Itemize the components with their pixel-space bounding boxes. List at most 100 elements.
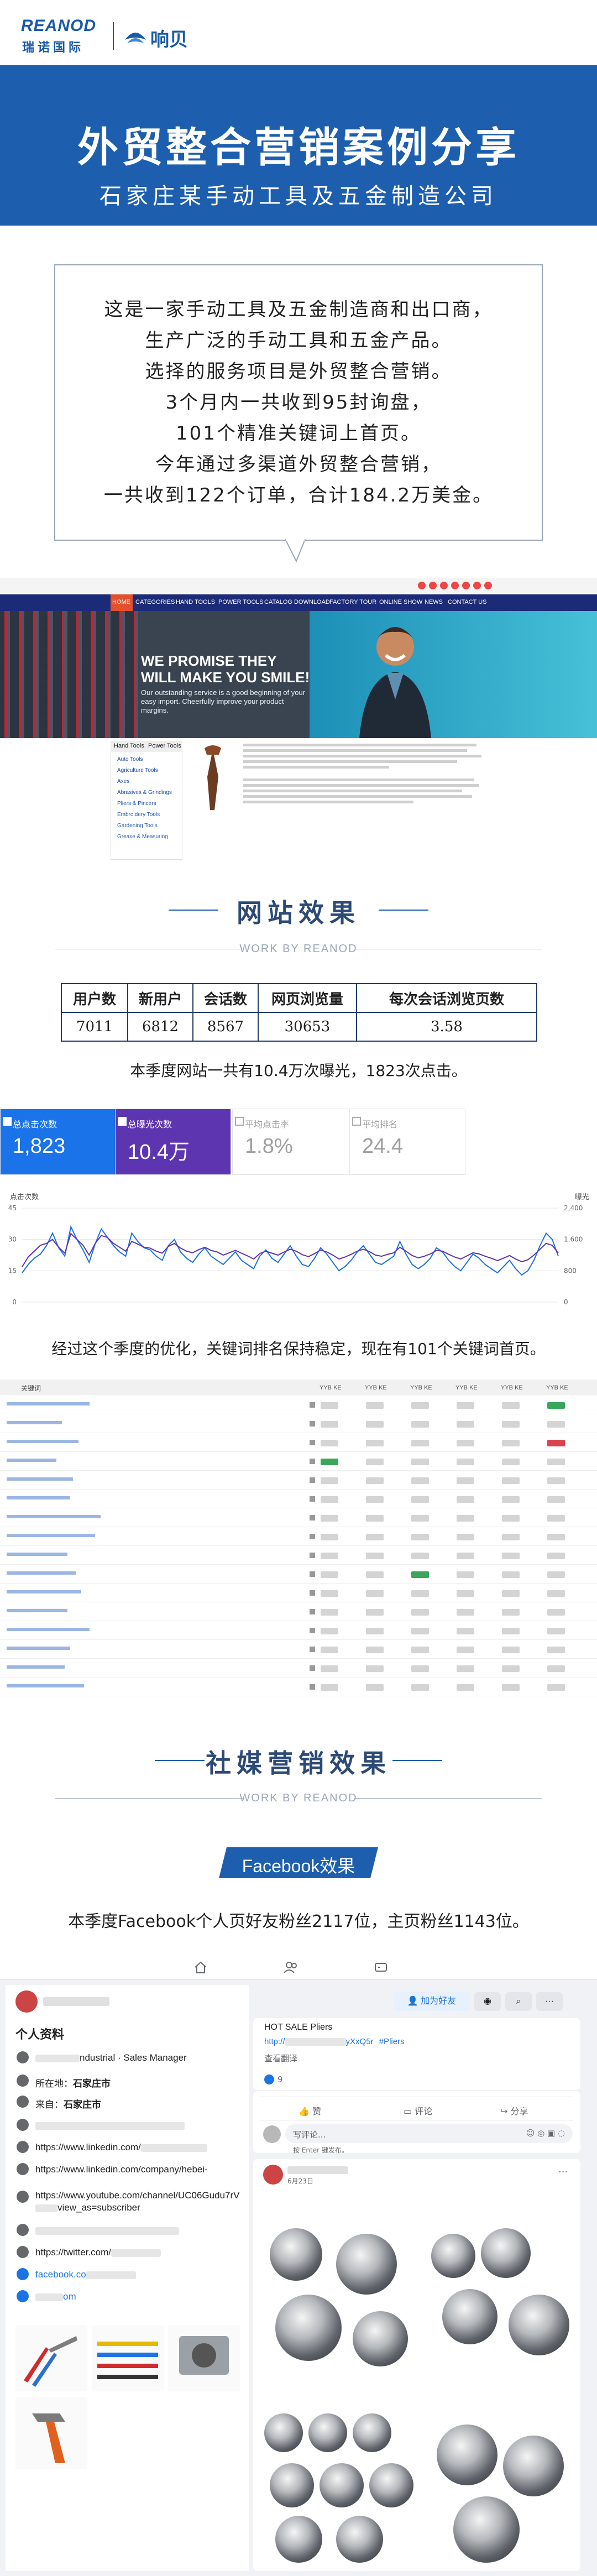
- checkbox-icon[interactable]: [352, 1117, 361, 1126]
- keyword-link[interactable]: [7, 1402, 90, 1405]
- home-icon[interactable]: [193, 1961, 208, 1974]
- avatar[interactable]: [15, 1990, 38, 2013]
- external-link-icon[interactable]: [310, 1553, 315, 1558]
- gaming-icon[interactable]: [374, 1961, 388, 1974]
- metric-card-ctr[interactable]: 平均点击率 1.8%: [232, 1109, 348, 1175]
- checkbox-icon[interactable]: [235, 1117, 244, 1126]
- metric-card-clicks[interactable]: 总点击次数 1,823: [0, 1109, 116, 1175]
- linkedin-company-link[interactable]: https://www.linkedin.com/company/hebei-: [35, 2164, 208, 2175]
- social-icon[interactable]: [418, 582, 426, 589]
- product-category-item[interactable]: Agriculture Tools: [117, 767, 158, 774]
- link-row[interactable]: https://twitter.com/: [35, 2247, 161, 2258]
- emoji-icons[interactable]: ☺ ◎ ▣ ◌: [526, 2128, 565, 2138]
- social-icon[interactable]: [429, 582, 437, 589]
- post-more-icon[interactable]: ···: [558, 2166, 568, 2178]
- facebook-link[interactable]: facebook.co: [35, 2269, 86, 2280]
- rank-column-header[interactable]: YYB KE: [410, 1384, 432, 1391]
- external-link-icon[interactable]: [310, 1665, 315, 1671]
- rank-column-header[interactable]: YYB KE: [501, 1384, 523, 1391]
- product-category-item[interactable]: Pliers & Pincers: [117, 801, 156, 807]
- product-category-item[interactable]: Grease & Measuring: [117, 834, 168, 840]
- comment-button[interactable]: ▭ 评论: [404, 2104, 432, 2117]
- product-category-item[interactable]: Auto Tools: [117, 756, 143, 762]
- social-icon[interactable]: [484, 582, 492, 589]
- share-button[interactable]: ↪ 分享: [500, 2104, 528, 2117]
- see-translation-link[interactable]: 查看翻译: [264, 2052, 297, 2064]
- social-icon[interactable]: [451, 582, 459, 589]
- external-link-icon[interactable]: [310, 1402, 315, 1408]
- keyword-link[interactable]: [7, 1477, 73, 1481]
- featured-photo[interactable]: [15, 2325, 87, 2391]
- nav-item[interactable]: CATEGORIES: [135, 599, 175, 605]
- post-hashtag[interactable]: #Pliers: [379, 2037, 405, 2046]
- featured-photo[interactable]: [168, 2325, 240, 2391]
- more-button[interactable]: ···: [536, 1992, 563, 2011]
- product-category-item[interactable]: Gardening Tools: [117, 823, 158, 829]
- external-link-icon[interactable]: [310, 1628, 315, 1633]
- nav-item[interactable]: ONLINE SHOW: [379, 599, 422, 605]
- checkbox-checked-icon[interactable]: [3, 1117, 12, 1126]
- external-link-icon[interactable]: [310, 1496, 315, 1502]
- keyword-link[interactable]: [7, 1553, 67, 1556]
- tab-power-tools[interactable]: Power Tools: [148, 743, 181, 749]
- keyword-link[interactable]: [7, 1496, 70, 1499]
- featured-photo[interactable]: [92, 2325, 164, 2391]
- website-link[interactable]: om: [63, 2291, 76, 2302]
- post-link[interactable]: http:// yXxQ5r #Pliers: [264, 2037, 405, 2046]
- nav-item[interactable]: HAND TOOLS: [176, 599, 215, 605]
- photo-grid-item[interactable]: [253, 2402, 419, 2568]
- link-row[interactable]: om: [35, 2291, 76, 2302]
- keyword-link[interactable]: [7, 1590, 81, 1593]
- youtube-link[interactable]: https://www.youtube.com/channel/UC06Gudu…: [35, 2190, 239, 2201]
- keyword-link[interactable]: [7, 1421, 62, 1424]
- product-category-item[interactable]: Embroidery Tools: [117, 812, 160, 818]
- nav-item[interactable]: NEWS: [425, 599, 443, 605]
- nav-item[interactable]: HOME: [112, 599, 130, 605]
- external-link-icon[interactable]: [310, 1534, 315, 1539]
- nav-item[interactable]: CATALOG DOWNLOAD: [264, 599, 330, 605]
- search-button[interactable]: ⌕: [505, 1992, 532, 2011]
- external-link-icon[interactable]: [310, 1571, 315, 1577]
- external-link-icon[interactable]: [310, 1440, 315, 1445]
- external-link-icon[interactable]: [310, 1590, 315, 1596]
- nav-item[interactable]: POWER TOOLS: [218, 599, 264, 605]
- twitter-link[interactable]: https://twitter.com/: [35, 2247, 111, 2258]
- keyword-link[interactable]: [7, 1609, 67, 1612]
- external-link-icon[interactable]: [310, 1459, 315, 1464]
- external-link-icon[interactable]: [310, 1477, 315, 1483]
- rank-column-header[interactable]: YYB KE: [320, 1384, 342, 1391]
- keyword-link[interactable]: [7, 1459, 56, 1462]
- linkedin-link[interactable]: https://www.linkedin.com/: [35, 2142, 141, 2152]
- nav-item[interactable]: FACTORY TOUR: [329, 599, 376, 605]
- friends-icon[interactable]: [283, 1961, 300, 1974]
- metric-card-impressions[interactable]: 总曝光次数 10.4万: [115, 1109, 231, 1175]
- photo-grid-item[interactable]: [420, 2402, 580, 2568]
- product-category-item[interactable]: Axes: [117, 778, 129, 785]
- rank-column-header[interactable]: YYB KE: [365, 1384, 387, 1391]
- social-icon[interactable]: [440, 582, 448, 589]
- keyword-link[interactable]: [7, 1534, 95, 1537]
- checkbox-checked-icon[interactable]: [118, 1117, 127, 1126]
- rank-column-header[interactable]: YYB KE: [455, 1384, 478, 1391]
- keyword-link[interactable]: [7, 1665, 65, 1669]
- photo-grid-item[interactable]: [420, 2212, 580, 2400]
- photo-grid-item[interactable]: [253, 2212, 419, 2400]
- external-link-icon[interactable]: [310, 1647, 315, 1652]
- add-friend-button[interactable]: 👤 加为好友: [394, 1992, 470, 2011]
- link-row[interactable]: https://www.linkedin.com/company/hebei-: [35, 2164, 208, 2175]
- link-row[interactable]: [35, 2120, 185, 2131]
- keyword-link[interactable]: [7, 1440, 78, 1443]
- rank-column-header[interactable]: YYB KE: [546, 1384, 568, 1391]
- nav-item[interactable]: CONTACT US: [448, 599, 487, 605]
- keyword-link[interactable]: [7, 1515, 101, 1518]
- keyword-link[interactable]: [7, 1628, 90, 1631]
- tab-hand-tools[interactable]: Hand Tools: [114, 743, 144, 749]
- external-link-icon[interactable]: [310, 1515, 315, 1520]
- product-category-item[interactable]: Abrasives & Grindings: [117, 790, 172, 796]
- link-row[interactable]: https://www.linkedin.com/: [35, 2142, 207, 2153]
- link-row[interactable]: https://www.youtube.com/channel/UC06Gudu…: [35, 2190, 240, 2214]
- social-icon[interactable]: [462, 582, 470, 589]
- metric-card-position[interactable]: 平均排名 24.4: [349, 1109, 465, 1175]
- external-link-icon[interactable]: [310, 1609, 315, 1614]
- keyword-link[interactable]: [7, 1571, 76, 1575]
